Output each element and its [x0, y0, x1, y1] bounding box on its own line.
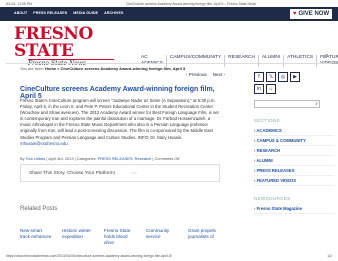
section-featured-videos[interactable]: FEATURED VIDEOS — [254, 176, 334, 186]
article-body: Fresno State's CineCulture program will … — [20, 98, 220, 147]
author-link[interactable]: Tom Uribes — [26, 156, 46, 161]
sections-heading: SECTIONS — [254, 118, 280, 123]
facebook-icon[interactable]: f — [254, 72, 264, 82]
section-alumni[interactable]: ALUMNI — [254, 156, 334, 166]
give-now-label: GIVE NOW — [298, 11, 330, 17]
share-text: Share This Story, Choose Your Platform! — [29, 171, 115, 176]
print-header: 8/1/24, 12:05 PM CineCulture screens Aca… — [0, 0, 338, 7]
print-footer: https://www.fresnostatenews.com/2013/04/… — [6, 254, 332, 258]
related-posts-title: Related Posts — [20, 206, 58, 212]
newsources-heading: NEWSOURCES — [254, 196, 291, 201]
nav-research[interactable]: RESEARCH — [224, 55, 258, 67]
social-links: f 𝕏 ◎ ▶ in ⌂ — [254, 72, 302, 94]
header-divider — [6, 63, 332, 64]
top-bar: ABOUT PRESS RELEASES MEDIA GUIDE ARCHIVE… — [0, 7, 338, 21]
category-links[interactable]: PRESS RELEASES, Research — [98, 156, 152, 161]
linkedin-icon[interactable]: in — [254, 84, 264, 94]
sidebar-search-input[interactable]: ⌕ — [254, 100, 320, 108]
breadcrumb-trail[interactable]: Home » CineCulture screens Academy Award… — [45, 66, 185, 71]
section-campus-community[interactable]: CAMPUS & COMMUNITY — [254, 136, 334, 146]
instagram-icon[interactable]: ◎ — [278, 72, 288, 82]
newsource-fresno-state-magazine[interactable]: Fresno State Magazine — [254, 204, 334, 214]
next-link[interactable]: Next › — [213, 72, 225, 77]
meta-comments: | Comments Off — [151, 156, 180, 161]
top-link-media-guide[interactable]: MEDIA GUIDE — [73, 11, 98, 15]
section-press-releases[interactable]: PRESS RELEASES — [254, 166, 334, 176]
search-icon[interactable]: ⌕ — [325, 53, 332, 61]
footer-url: https://www.fresnostatenews.com/2013/04/… — [6, 254, 172, 258]
previous-link[interactable]: ‹ Previous — [186, 72, 207, 77]
site-logo[interactable]: FRESNO STATE Fresno State News — [14, 26, 134, 67]
heart-icon: ♥ — [292, 11, 297, 17]
newsources-list: Fresno State Magazine — [254, 204, 334, 214]
related-post-1[interactable]: New smart track enhances — [20, 228, 52, 246]
related-post-4[interactable]: Community service — [146, 228, 178, 246]
share-box: Share This Story, Choose Your Platform! … — [20, 164, 220, 182]
related-posts: New smart track enhances Historic winter… — [20, 228, 220, 246]
youtube-icon[interactable]: ▶ — [290, 72, 300, 82]
print-timestamp: 8/1/24, 12:05 PM — [6, 2, 32, 6]
post-pager: ‹ Previous Next › — [186, 72, 225, 77]
share-icon[interactable]: ⋯ — [131, 170, 137, 177]
related-post-2[interactable]: Historic winter expedition — [62, 228, 94, 246]
sections-list: ACADEMICS CAMPUS & COMMUNITY RESEARCH AL… — [254, 126, 334, 186]
top-links: ABOUT PRESS RELEASES MEDIA GUIDE ARCHIVE… — [14, 11, 124, 15]
post-meta: By Tom Uribes | April 3rd, 2013 | Catego… — [20, 156, 220, 161]
breadcrumb: You are here: Home » CineCulture screens… — [20, 66, 185, 71]
sidebar: f 𝕏 ◎ ▶ in ⌂ ⌕ SECTIONS ACADEMICS CAMPUS… — [254, 72, 334, 214]
logo-wordmark: FRESNO STATE — [14, 24, 93, 61]
article-paragraph: Fresno State's CineCulture program will … — [20, 98, 219, 140]
give-now-button[interactable]: ♥ GIVE NOW — [290, 9, 332, 19]
related-post-5[interactable]: Grant propels journalists of — [188, 228, 220, 246]
related-post-3[interactable]: Fresno State holds blood drive — [104, 228, 136, 246]
top-link-press-releases[interactable]: PRESS RELEASES — [33, 11, 67, 15]
home-icon[interactable]: ⌂ — [266, 84, 276, 94]
meta-date: | April 3rd, 2013 | Categories: — [45, 156, 98, 161]
search-icon[interactable]: ⌕ — [315, 101, 318, 107]
print-page-title: CineCulture screens Academy Award-winnin… — [126, 2, 256, 6]
section-research[interactable]: RESEARCH — [254, 146, 334, 156]
footer-page: 1/2 — [327, 254, 332, 258]
breadcrumb-prefix: You are here: — [20, 66, 45, 71]
section-academics[interactable]: ACADEMICS — [254, 126, 334, 136]
top-link-archives[interactable]: ARCHIVES — [104, 11, 123, 15]
top-link-about[interactable]: ABOUT — [14, 11, 27, 15]
nav-athletics[interactable]: ATHLETICS — [283, 55, 316, 67]
contact-email-link[interactable]: mhusain@csufresno.edu — [20, 141, 68, 146]
x-icon[interactable]: 𝕏 — [266, 72, 276, 82]
nav-alumni[interactable]: ALUMNI — [257, 55, 283, 67]
